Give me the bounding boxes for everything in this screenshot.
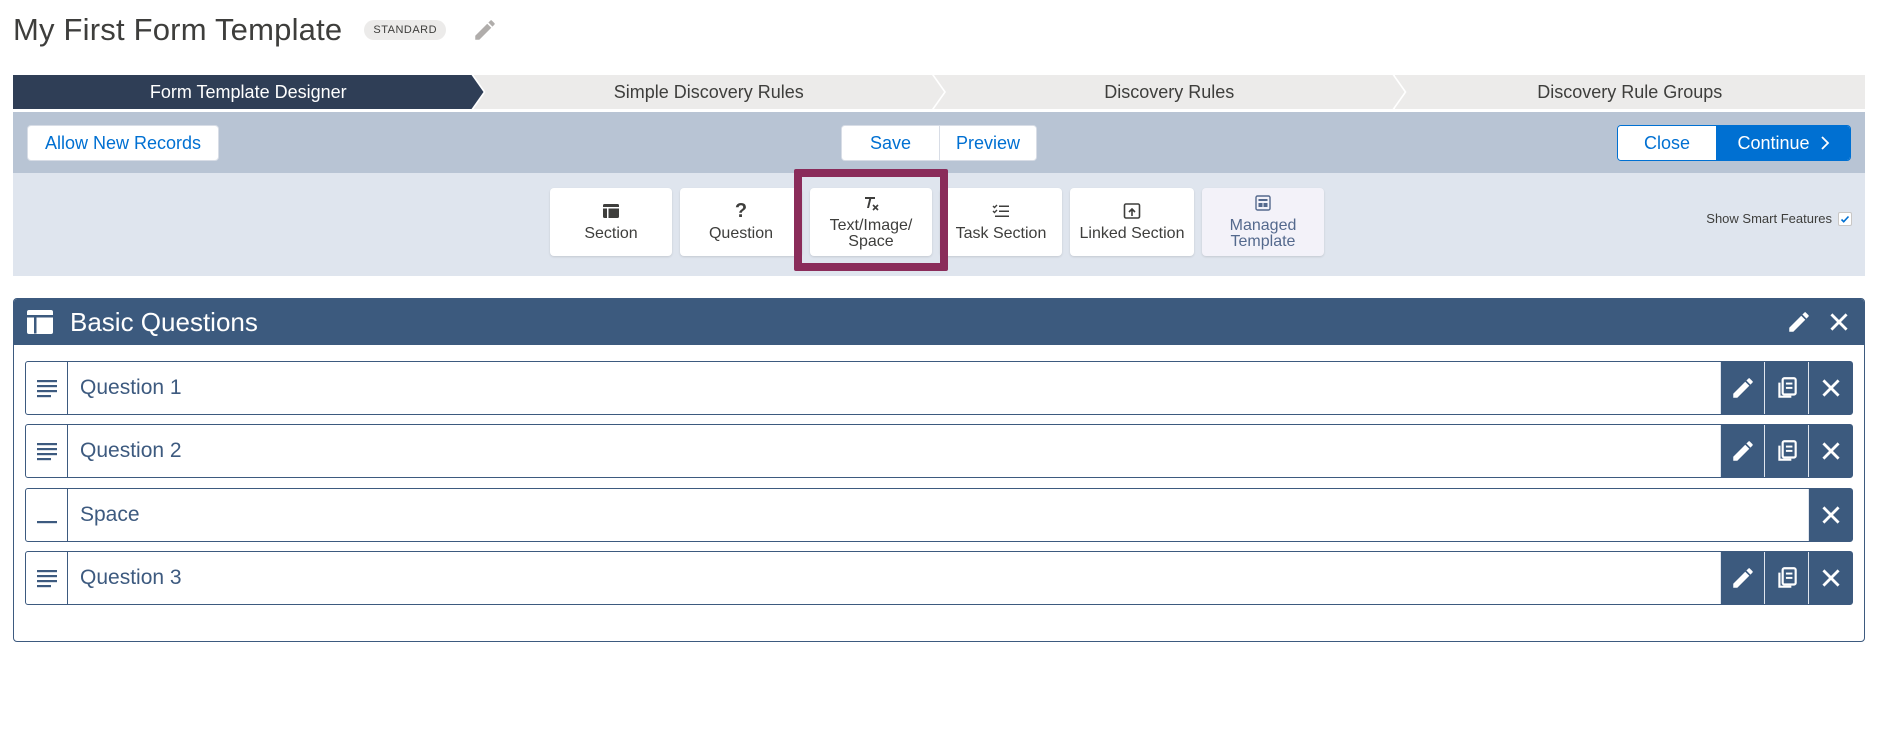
- save-button[interactable]: Save: [842, 126, 939, 160]
- row-actions: [1720, 425, 1852, 477]
- question-label: Question 3: [80, 566, 182, 589]
- question-row[interactable]: Question 1: [25, 361, 1853, 415]
- page-title: My First Form Template: [13, 12, 343, 47]
- close-icon[interactable]: [1826, 309, 1852, 335]
- edit-button[interactable]: [1720, 425, 1764, 477]
- show-smart-features-toggle[interactable]: Show Smart Features: [1706, 211, 1852, 226]
- text-lines-icon: [36, 380, 57, 398]
- section-title: Basic Questions: [70, 306, 258, 337]
- delete-button[interactable]: [1808, 425, 1852, 477]
- row-actions: [1808, 489, 1852, 541]
- path-step-label: Simple Discovery Rules: [613, 81, 804, 102]
- palette-item-section[interactable]: Section: [550, 188, 672, 256]
- continue-label: Continue: [1737, 132, 1810, 153]
- close-icon: [1821, 379, 1840, 397]
- question-mark-icon: ?: [734, 200, 748, 222]
- close-icon: [1821, 442, 1840, 460]
- question-label: Question 1: [80, 376, 182, 399]
- palette-item-task-section[interactable]: Task Section: [940, 188, 1062, 256]
- row-actions: [1720, 552, 1852, 604]
- row-actions: [1720, 362, 1852, 414]
- copy-icon: [1777, 377, 1797, 398]
- delete-button[interactable]: [1808, 489, 1852, 541]
- pencil-icon[interactable]: [1786, 309, 1812, 335]
- path-step-label: Form Template Designer: [149, 81, 347, 102]
- continue-button[interactable]: Continue: [1716, 126, 1850, 160]
- close-button[interactable]: Close: [1618, 126, 1716, 160]
- path-step-label: Discovery Rule Groups: [1537, 81, 1723, 102]
- chevron-right-icon: [1820, 136, 1829, 150]
- question-row[interactable]: Question 2: [25, 424, 1853, 478]
- drag-handle[interactable]: [26, 425, 68, 477]
- pencil-icon: [1732, 441, 1753, 461]
- copy-icon: [1777, 567, 1797, 588]
- copy-icon: [1777, 440, 1797, 461]
- checklist-icon: [992, 204, 1009, 217]
- close-icon: [1821, 506, 1840, 524]
- allow-new-records-button[interactable]: Allow New Records: [27, 125, 219, 161]
- action-toolbar: Allow New Records Save Preview Close Con…: [13, 112, 1865, 173]
- show-smart-features-label: Show Smart Features: [1706, 211, 1832, 226]
- close-continue-group: Close Continue: [1617, 125, 1851, 161]
- question-row[interactable]: Question 3: [25, 551, 1853, 605]
- template-type-badge: STANDARD: [364, 20, 447, 40]
- space-row[interactable]: Space: [25, 488, 1853, 542]
- selected-item-highlight: [794, 169, 948, 271]
- progress-path: Form Template Designer Simple Discovery …: [13, 75, 1865, 109]
- template-icon: [1255, 195, 1271, 211]
- path-step-discovery-rules[interactable]: Discovery Rules: [934, 75, 1405, 109]
- path-step-form-template-designer[interactable]: Form Template Designer: [13, 75, 484, 109]
- question-label: Question 2: [80, 439, 182, 462]
- question-label: Space: [80, 503, 140, 526]
- section-header-actions: [1786, 309, 1864, 335]
- section-icon: [27, 310, 53, 334]
- linked-upload-icon: [1123, 203, 1141, 219]
- section-icon: [603, 204, 619, 218]
- palette-item-question[interactable]: ? Question: [680, 188, 802, 256]
- form-section: Basic Questions Question 1 Question 2 Sp…: [13, 298, 1865, 642]
- copy-button[interactable]: [1764, 425, 1808, 477]
- palette-item-label: Question: [708, 225, 774, 242]
- page-header: My First Form Template STANDARD: [13, 8, 498, 52]
- drag-handle[interactable]: [26, 362, 68, 414]
- preview-button[interactable]: Preview: [939, 126, 1036, 160]
- checkmark-icon: [1840, 215, 1850, 223]
- drag-handle[interactable]: [26, 552, 68, 604]
- copy-button[interactable]: [1764, 552, 1808, 604]
- copy-button[interactable]: [1764, 362, 1808, 414]
- palette-item-label: Task Section: [955, 225, 1047, 242]
- save-preview-group: Save Preview: [841, 125, 1037, 161]
- edit-button[interactable]: [1720, 552, 1764, 604]
- component-palette: Section ? Question Text/Image/ Space Tas…: [13, 169, 1865, 276]
- close-icon: [1821, 569, 1840, 587]
- palette-item-label: Linked Section: [1079, 225, 1185, 242]
- path-step-label: Discovery Rules: [1104, 81, 1235, 102]
- edit-button[interactable]: [1720, 362, 1764, 414]
- text-lines-icon: [36, 443, 57, 461]
- pencil-icon[interactable]: [472, 17, 498, 43]
- underscore-icon: [36, 521, 57, 524]
- delete-button[interactable]: [1808, 362, 1852, 414]
- path-step-discovery-rule-groups[interactable]: Discovery Rule Groups: [1394, 75, 1865, 109]
- pencil-icon: [1732, 568, 1753, 588]
- palette-item-label: Section: [584, 225, 638, 242]
- text-lines-icon: [36, 570, 57, 588]
- show-smart-features-checkbox[interactable]: [1838, 211, 1852, 226]
- section-header: Basic Questions: [14, 299, 1864, 345]
- path-step-simple-discovery-rules[interactable]: Simple Discovery Rules: [474, 75, 945, 109]
- drag-handle[interactable]: [26, 489, 68, 541]
- delete-button[interactable]: [1808, 552, 1852, 604]
- palette-item-linked-section[interactable]: Linked Section: [1070, 188, 1194, 256]
- palette-item-managed-template[interactable]: Managed Template: [1202, 188, 1324, 256]
- pencil-icon: [1732, 378, 1753, 398]
- palette-item-label: Managed Template: [1229, 217, 1297, 250]
